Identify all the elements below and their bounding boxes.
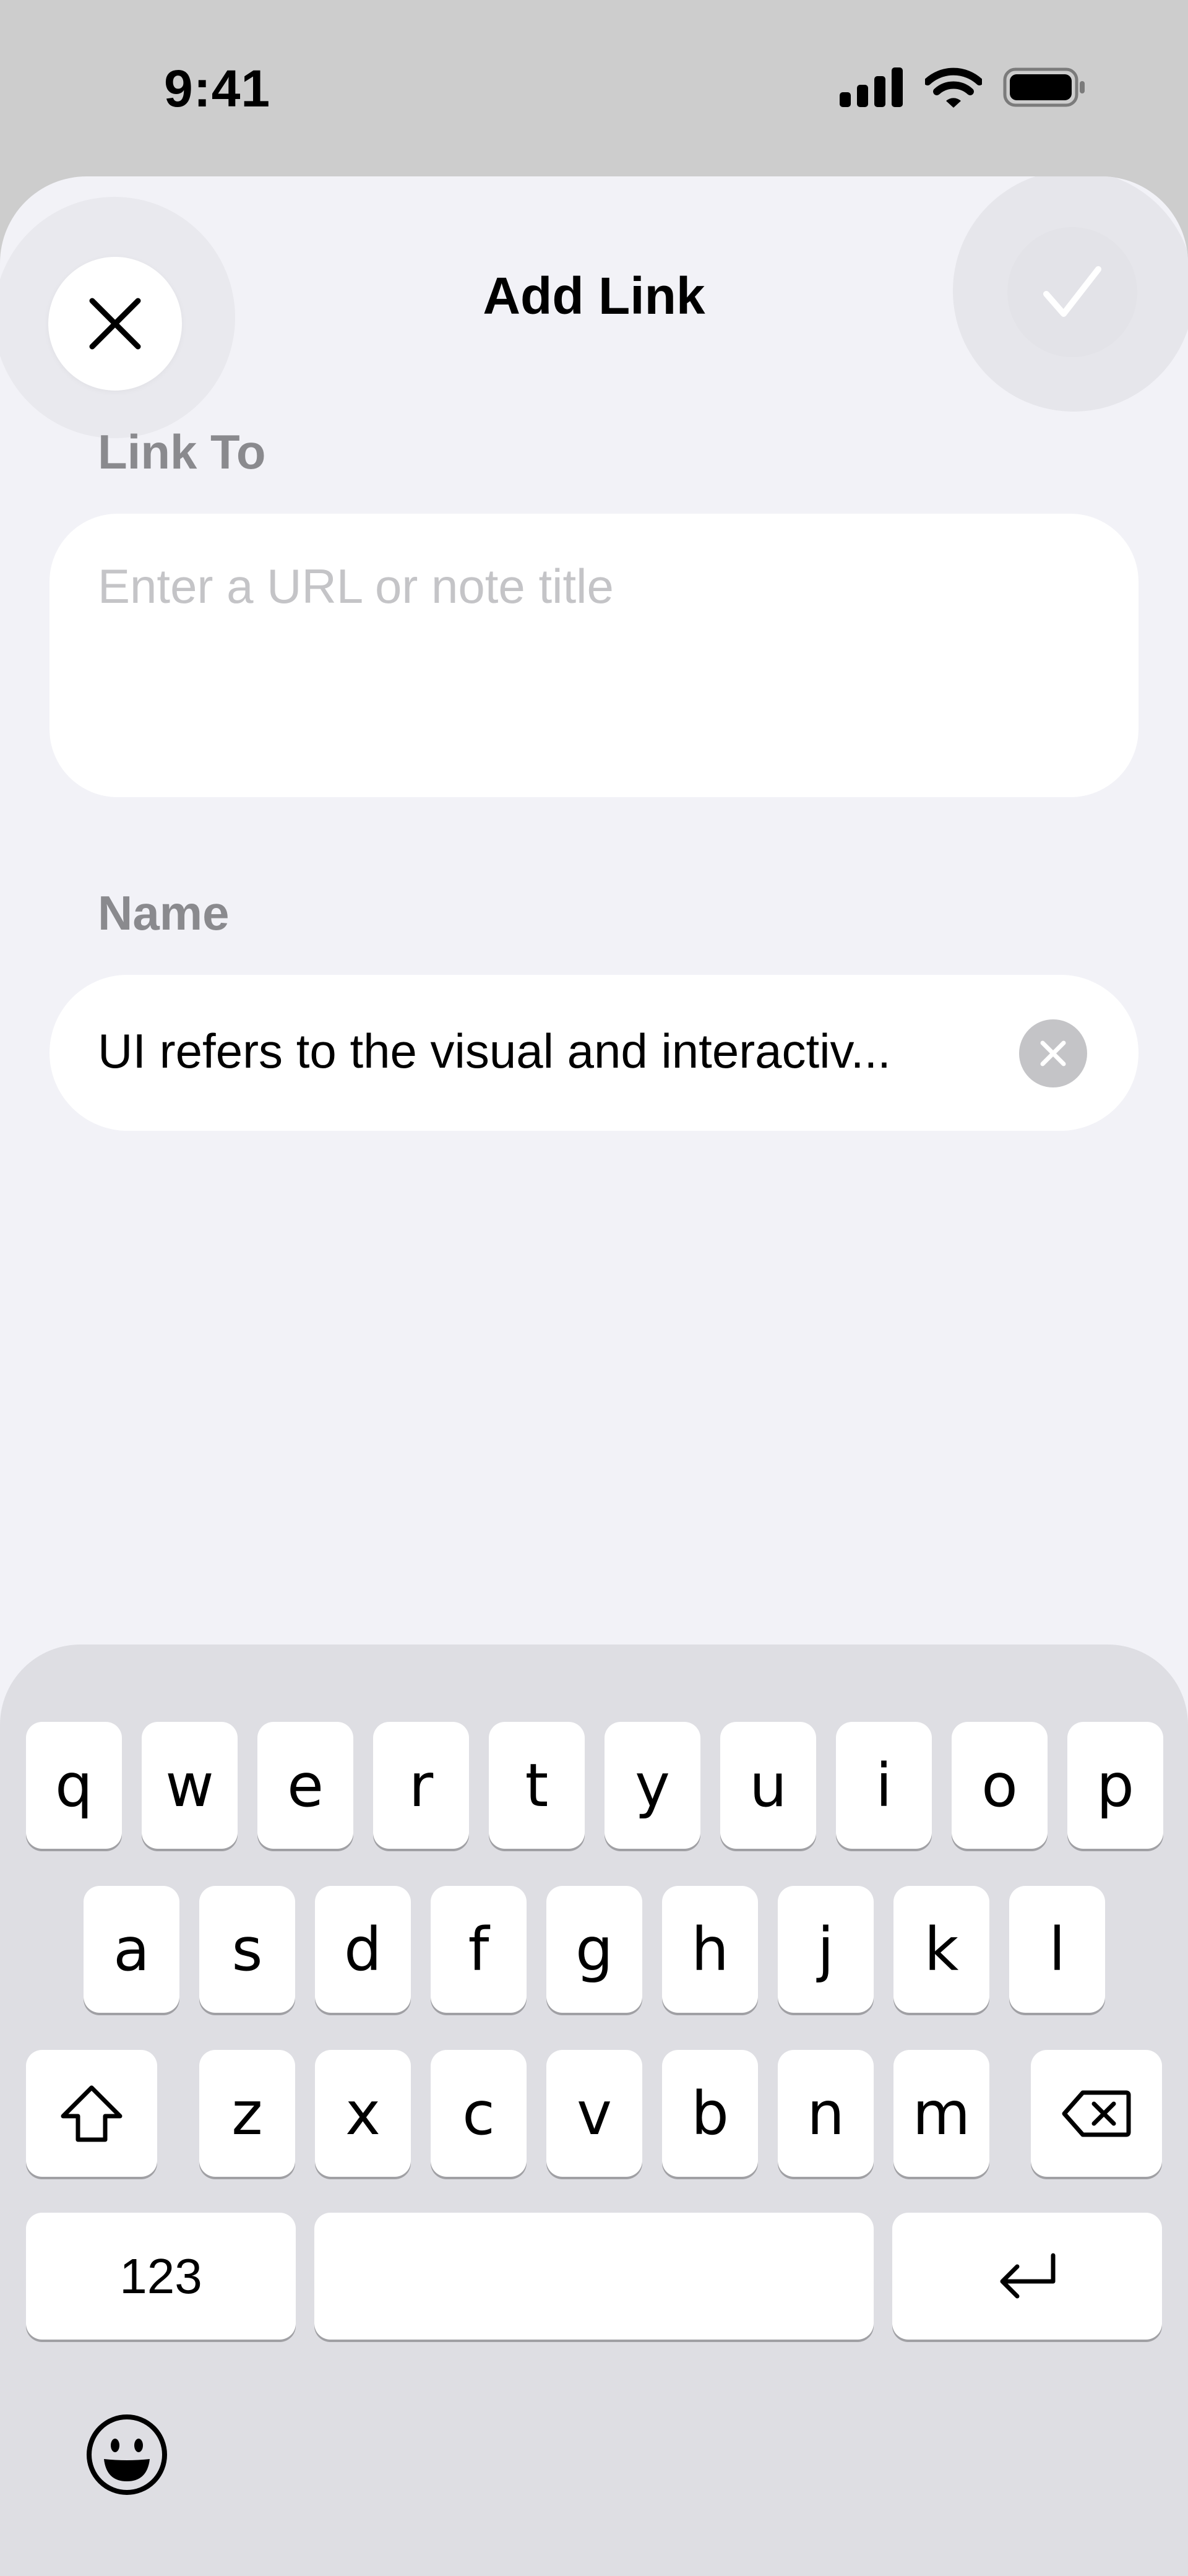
wifi-icon: [925, 67, 982, 108]
link-to-label: Link To: [98, 425, 266, 479]
done-button[interactable]: [1007, 227, 1137, 357]
status-bar: 9:41: [0, 0, 1188, 176]
status-icons: [840, 67, 1086, 108]
key-u[interactable]: u: [720, 1722, 816, 1849]
key-l[interactable]: l: [1009, 1886, 1105, 2013]
name-field[interactable]: UI refers to the visual and interactiv..…: [50, 975, 1138, 1131]
emoji-button[interactable]: [85, 2413, 168, 2496]
key-e[interactable]: e: [257, 1722, 353, 1849]
key-s[interactable]: s: [199, 1886, 295, 2013]
battery-icon: [1003, 67, 1085, 107]
key-n[interactable]: n: [778, 2050, 874, 2177]
link-to-input[interactable]: [98, 558, 1088, 615]
key-p[interactable]: p: [1067, 1722, 1163, 1849]
clear-name-button[interactable]: [1019, 1019, 1087, 1087]
return-key[interactable]: [892, 2213, 1162, 2340]
name-input[interactable]: UI refers to the visual and interactiv..…: [98, 1023, 1014, 1079]
key-q[interactable]: q: [26, 1722, 122, 1849]
space-key[interactable]: [314, 2213, 874, 2340]
key-o[interactable]: o: [952, 1722, 1048, 1849]
shift-icon: [61, 2085, 123, 2142]
key-j[interactable]: j: [778, 1886, 874, 2013]
key-t[interactable]: t: [489, 1722, 585, 1849]
numbers-key[interactable]: 123: [26, 2213, 296, 2340]
key-h[interactable]: h: [662, 1886, 758, 2013]
key-a[interactable]: a: [84, 1886, 179, 2013]
key-x[interactable]: x: [315, 2050, 411, 2177]
link-to-field[interactable]: [50, 514, 1138, 797]
key-m[interactable]: m: [893, 2050, 989, 2177]
cellular-signal-icon: [840, 67, 903, 107]
shift-key[interactable]: [26, 2050, 157, 2177]
key-w[interactable]: w: [142, 1722, 238, 1849]
checkmark-icon: [1043, 266, 1101, 317]
clear-icon: [1040, 1040, 1066, 1066]
key-z[interactable]: z: [199, 2050, 295, 2177]
key-r[interactable]: r: [373, 1722, 469, 1849]
delete-backspace-icon: [1062, 2090, 1131, 2137]
return-icon: [1000, 2253, 1056, 2298]
delete-key[interactable]: [1031, 2050, 1162, 2177]
key-b[interactable]: b: [662, 2050, 758, 2177]
keyboard: q w e r t y u i o p a s d f g h j k l z …: [0, 1645, 1188, 2576]
key-i[interactable]: i: [836, 1722, 932, 1849]
name-label: Name: [98, 886, 230, 940]
key-c[interactable]: c: [431, 2050, 527, 2177]
key-g[interactable]: g: [546, 1886, 642, 2013]
key-d[interactable]: d: [315, 1886, 411, 2013]
key-y[interactable]: y: [605, 1722, 700, 1849]
key-v[interactable]: v: [546, 2050, 642, 2177]
emoji-icon: [87, 2414, 167, 2495]
key-k[interactable]: k: [893, 1886, 989, 2013]
status-time: 9:41: [164, 59, 271, 118]
key-f[interactable]: f: [431, 1886, 527, 2013]
